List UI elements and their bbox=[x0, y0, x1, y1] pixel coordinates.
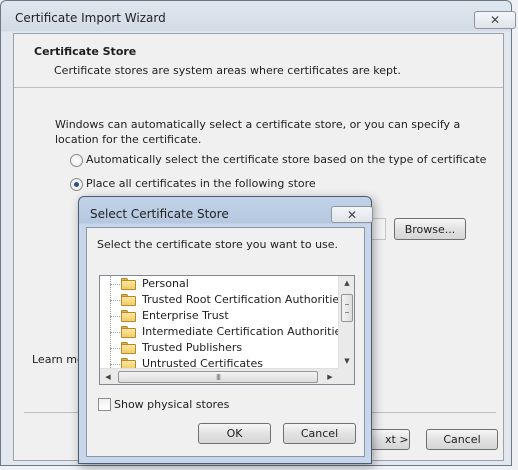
radio-place-in-store-label[interactable]: Place all certificates in the following … bbox=[86, 177, 316, 190]
folder-icon bbox=[121, 278, 136, 290]
tree-item-trusted-root[interactable]: Trusted Root Certification Authorities bbox=[110, 292, 345, 308]
dialog-close-button[interactable]: ✕ bbox=[331, 206, 373, 223]
close-icon: ✕ bbox=[489, 13, 501, 27]
radio-auto-select[interactable] bbox=[70, 154, 83, 167]
tree-item-label: Trusted Root Certification Authorities bbox=[142, 293, 345, 306]
tree-item-label: Personal bbox=[142, 277, 189, 290]
show-physical-stores-checkbox[interactable] bbox=[98, 398, 111, 411]
folder-icon bbox=[121, 310, 136, 322]
tree-item-personal[interactable]: Personal bbox=[110, 276, 342, 292]
folder-icon bbox=[121, 342, 136, 354]
scroll-grip-icon: III bbox=[215, 372, 221, 382]
tree-connector bbox=[110, 300, 120, 301]
radio-place-in-store[interactable] bbox=[70, 178, 83, 191]
tree-item-label: Trusted Publishers bbox=[142, 341, 243, 354]
vertical-scrollbar[interactable]: ▲ ▼ bbox=[338, 276, 354, 368]
dialog-prompt: Select the certificate store you want to… bbox=[97, 238, 339, 251]
tree-connector bbox=[110, 348, 120, 349]
scroll-up-arrow-icon[interactable]: ▲ bbox=[339, 276, 354, 290]
tree-item-enterprise-trust[interactable]: Enterprise Trust bbox=[110, 308, 342, 324]
tree-item-label: Intermediate Certification Authorities bbox=[142, 325, 348, 338]
tree-item-label: Enterprise Trust bbox=[142, 309, 229, 322]
certificate-store-tree[interactable]: Personal Trusted Root Certification Auth… bbox=[99, 275, 355, 385]
next-button-label: xt > bbox=[385, 433, 409, 446]
radio-auto-select-label[interactable]: Automatically select the certificate sto… bbox=[86, 153, 486, 166]
scrollbar-corner bbox=[338, 368, 354, 384]
vertical-scroll-thumb[interactable] bbox=[341, 294, 353, 322]
tree-connector bbox=[110, 364, 120, 365]
scroll-down-arrow-icon[interactable]: ▼ bbox=[339, 354, 354, 368]
tree-connector bbox=[110, 284, 120, 285]
dialog-cancel-button[interactable]: Cancel bbox=[283, 423, 356, 444]
tree-item-intermediate[interactable]: Intermediate Certification Authorities bbox=[110, 324, 347, 340]
browse-button[interactable]: Browse... bbox=[394, 218, 466, 240]
wizard-title: Certificate Import Wizard bbox=[15, 11, 166, 25]
tree-connector bbox=[110, 332, 120, 333]
select-certificate-store-dialog: Select Certificate Store ✕ Select the ce… bbox=[78, 196, 373, 464]
close-icon: ✕ bbox=[346, 207, 358, 222]
wizard-header: Certificate Store Certificate stores are… bbox=[14, 34, 503, 88]
folder-icon bbox=[121, 326, 136, 338]
folder-icon bbox=[121, 294, 136, 306]
tree-item-trusted-publishers[interactable]: Trusted Publishers bbox=[110, 340, 342, 356]
tree-connector bbox=[110, 316, 120, 317]
scroll-left-arrow-icon[interactable]: ◀ bbox=[100, 369, 116, 384]
scroll-right-arrow-icon[interactable]: ▶ bbox=[322, 369, 338, 384]
page-title: Certificate Store bbox=[34, 45, 137, 58]
show-physical-stores-label[interactable]: Show physical stores bbox=[114, 398, 229, 411]
horizontal-scroll-thumb[interactable]: III bbox=[118, 371, 318, 383]
page-description: Certificate stores are system areas wher… bbox=[54, 64, 401, 77]
wizard-close-button[interactable]: ✕ bbox=[474, 11, 516, 29]
dialog-client-area: Select the certificate store you want to… bbox=[86, 227, 365, 457]
store-instructions: Windows can automatically select a certi… bbox=[55, 118, 461, 146]
dialog-title: Select Certificate Store bbox=[90, 207, 229, 221]
wizard-cancel-button[interactable]: Cancel bbox=[426, 429, 498, 450]
horizontal-scrollbar[interactable]: ◀ III ▶ bbox=[100, 368, 338, 384]
ok-button[interactable]: OK bbox=[198, 423, 271, 444]
